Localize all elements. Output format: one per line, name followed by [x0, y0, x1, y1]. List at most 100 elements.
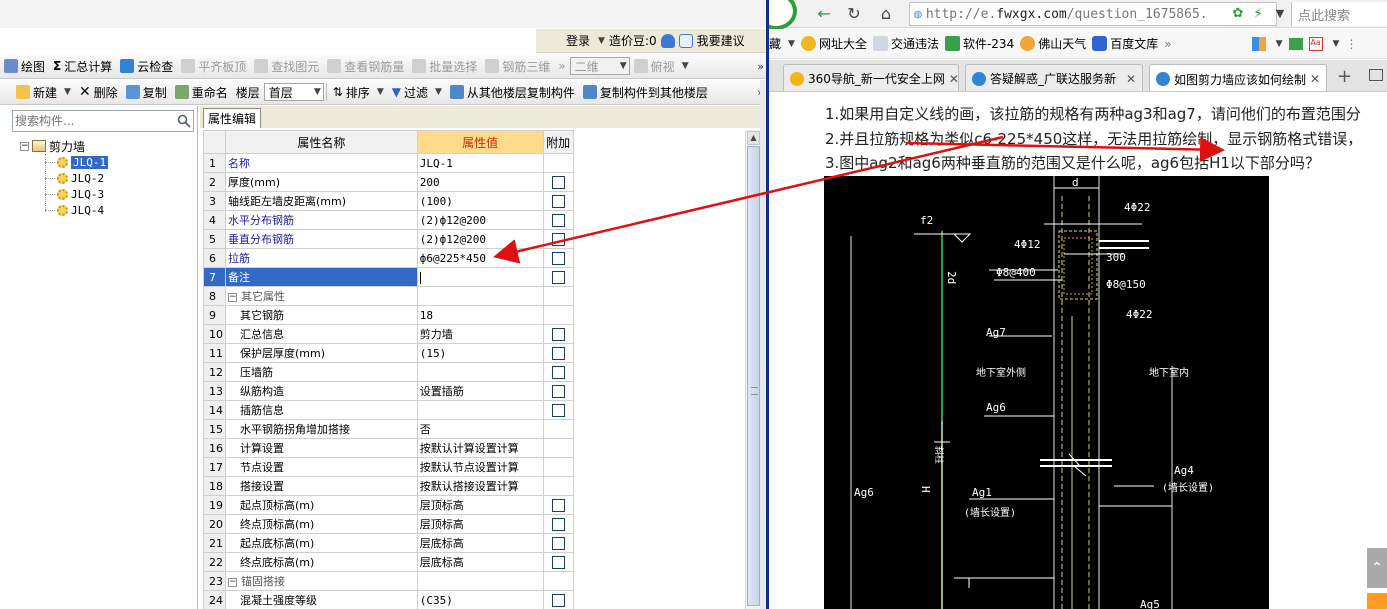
menu-icon[interactable]: ⋮ — [1345, 37, 1357, 51]
property-row[interactable]: 2 厚度(mm) 200 — [203, 172, 744, 192]
attach-checkbox[interactable] — [551, 175, 565, 189]
property-value[interactable]: (2)ф12@200 — [416, 229, 544, 249]
browser-tab-3[interactable]: 如图剪力墙应该如何绘制 ✕ — [1149, 64, 1327, 91]
property-row[interactable]: 6 拉筋 ф6@225*450 — [203, 248, 744, 268]
bell-icon[interactable] — [660, 33, 675, 48]
attach-checkbox[interactable] — [551, 365, 565, 379]
summary-calc-button[interactable]: Σ 汇总计算 — [49, 55, 116, 77]
favorites-item[interactable]: 佛山天气 — [1020, 35, 1086, 52]
attach-checkbox[interactable] — [551, 194, 565, 208]
feedback-button[interactable] — [1367, 593, 1387, 609]
speed-icon[interactable]: ⚡ — [1247, 4, 1269, 24]
pdf-icon[interactable]: Aa — [1308, 36, 1323, 51]
tree-root-shear-wall[interactable]: − 剪力墙 — [20, 138, 85, 154]
cloud-check-button[interactable]: 云检查 — [116, 55, 177, 77]
top-view-button[interactable]: 俯视 ▼ — [630, 55, 693, 77]
property-value[interactable] — [416, 267, 544, 287]
tree-item-jlq-2[interactable]: JLQ-2 — [57, 170, 104, 186]
property-value[interactable]: (15) — [416, 343, 544, 363]
suggest-link[interactable]: 我要建议 — [697, 32, 745, 49]
close-icon[interactable]: ✕ — [1310, 72, 1320, 86]
browser-tab-2[interactable]: 答疑解惑_广联达服务新 ✕ — [965, 64, 1143, 91]
close-icon[interactable]: ✕ — [949, 72, 958, 86]
rebar-3d-button[interactable]: 钢筋三维 — [481, 55, 554, 77]
toolbar-overflow-1[interactable]: » — [554, 55, 569, 77]
collapse-icon[interactable]: − — [228, 292, 237, 302]
tab-property-edit[interactable]: 属性编辑 — [203, 108, 262, 128]
property-value[interactable]: 200 — [416, 172, 544, 192]
sort-button[interactable]: ⇅ 排序 ▼ — [329, 81, 388, 103]
component-search-input[interactable] — [13, 112, 175, 130]
attach-checkbox[interactable] — [551, 270, 565, 284]
browser-logo-icon[interactable] — [769, 0, 797, 30]
property-value[interactable]: 18 — [416, 305, 544, 325]
favorites-item[interactable]: 百度文库 — [1092, 35, 1158, 52]
property-value[interactable]: JLQ-1 — [416, 153, 544, 173]
property-row[interactable]: 20 终点顶标高(m) 层顶标高 — [203, 514, 744, 534]
close-icon[interactable]: ✕ — [1126, 72, 1136, 86]
property-row[interactable]: 21 起点底标高(m) 层底标高 — [203, 533, 744, 553]
attach-checkbox[interactable] — [551, 517, 565, 531]
search-icon[interactable] — [175, 112, 193, 130]
align-slab-top-button[interactable]: 平齐板顶 — [177, 55, 250, 77]
favorites-item[interactable]: 藏 ▼ — [769, 35, 795, 52]
address-bar[interactable]: ◍ http://e.fwxgx.com/question_1675865. — [909, 2, 1277, 26]
favorites-item[interactable]: 软件-234 — [944, 35, 1014, 52]
property-row[interactable]: 4 水平分布钢筋 (2)ф12@200 — [203, 210, 744, 230]
property-value[interactable]: 层底标高 — [416, 552, 544, 572]
delete-button[interactable]: ✕ 删除 — [75, 81, 122, 103]
property-row[interactable]: 22 终点底标高(m) 层底标高 — [203, 552, 744, 572]
property-row[interactable]: 11 保护层厚度(mm) (15) — [203, 343, 744, 363]
address-dropdown-icon[interactable]: ▼ — [1269, 4, 1291, 24]
tree-item-jlq-4[interactable]: JLQ-4 — [57, 202, 104, 218]
home-icon[interactable]: ⌂ — [875, 4, 897, 24]
property-value[interactable]: (100) — [416, 191, 544, 211]
tree-item-jlq-3[interactable]: JLQ-3 — [57, 186, 104, 202]
property-value[interactable]: 按默认搭接设置计算 — [416, 476, 544, 496]
floor-select[interactable]: 首层 ▼ — [263, 83, 324, 101]
attach-checkbox[interactable] — [551, 536, 565, 550]
property-value[interactable]: 否 — [416, 419, 544, 439]
property-value[interactable] — [416, 362, 544, 382]
property-value[interactable]: 层底标高 — [416, 533, 544, 553]
property-row[interactable]: 10 汇总信息 剪力墙 — [203, 324, 744, 344]
attach-checkbox[interactable] — [551, 498, 565, 512]
property-row[interactable]: 3 轴线距左墙皮距离(mm) (100) — [203, 191, 744, 211]
draw-button[interactable]: 绘图 — [0, 55, 49, 77]
search-input[interactable]: 点此搜索 — [1291, 2, 1387, 26]
property-value[interactable] — [416, 400, 544, 420]
attach-checkbox[interactable] — [551, 403, 565, 417]
attach-checkbox[interactable] — [551, 251, 565, 265]
attach-checkbox[interactable] — [551, 346, 565, 360]
view-2d-select[interactable]: 二维 ▼ — [569, 57, 630, 75]
new-component-button[interactable]: 新建 ▼ — [12, 81, 75, 103]
attach-checkbox[interactable] — [551, 593, 565, 607]
copy-to-floor-button[interactable]: 复制构件到其他楼层 — [579, 81, 712, 103]
secure-icon[interactable]: ✿ — [1227, 4, 1249, 24]
restore-icon[interactable] — [1369, 69, 1383, 81]
property-value[interactable] — [416, 571, 544, 591]
property-value[interactable]: 按默认计算设置计算 — [416, 438, 544, 458]
browser-tab-1[interactable]: 360导航_新一代安全上网 ✕ — [783, 64, 959, 91]
property-value[interactable]: ф6@225*450 — [416, 248, 544, 268]
property-value[interactable]: 层顶标高 — [416, 495, 544, 515]
property-value[interactable]: 剪力墙 — [416, 324, 544, 344]
property-row[interactable]: 1 名称 JLQ-1 — [203, 153, 744, 173]
property-row[interactable]: 9 其它钢筋 18 — [203, 305, 744, 325]
property-value[interactable]: (2)ф12@200 — [416, 210, 544, 230]
attach-checkbox[interactable] — [551, 555, 565, 569]
property-row[interactable]: 8− 其它属性 — [203, 286, 744, 306]
attach-checkbox[interactable] — [551, 213, 565, 227]
property-row[interactable]: 5 垂直分布钢筋 (2)ф12@200 — [203, 229, 744, 249]
property-row[interactable]: 13 纵筋构造 设置插筋 — [203, 381, 744, 401]
copy-from-floor-button[interactable]: 从其他楼层复制构件 — [446, 81, 579, 103]
back-icon[interactable]: ← — [813, 4, 835, 24]
tree-item-jlq-1[interactable]: JLQ-1 — [57, 154, 109, 170]
property-row[interactable]: 12 压墙筋 — [203, 362, 744, 382]
login-link[interactable]: 登录 — [566, 32, 590, 49]
property-row[interactable]: 18 搭接设置 按默认搭接设置计算 — [203, 476, 744, 496]
back-to-top-button[interactable]: ⌃ — [1367, 548, 1387, 588]
favorites-item[interactable]: 交通违法 — [872, 35, 939, 52]
property-row[interactable]: 16 计算设置 按默认计算设置计算 — [203, 438, 744, 458]
scroll-up-icon[interactable]: ▲ — [747, 131, 760, 145]
